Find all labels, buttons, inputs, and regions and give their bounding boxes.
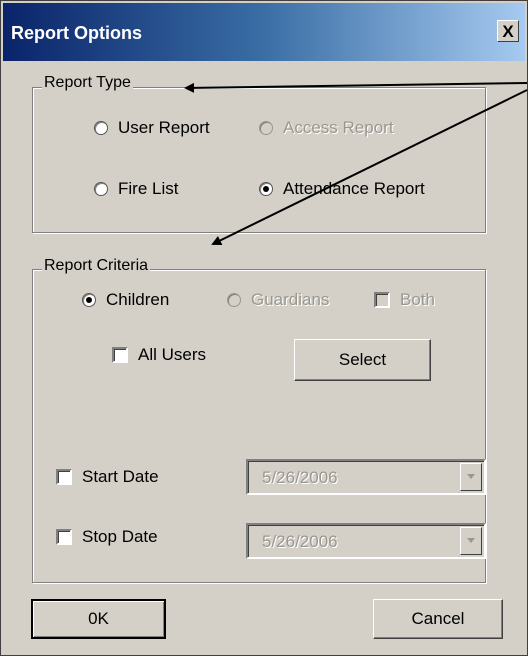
checkbox-start-date[interactable]: Start Date [56, 467, 159, 487]
select-button[interactable]: Select [294, 339, 431, 381]
window-title: Report Options [11, 23, 142, 43]
start-date-value: 5/26/2006 [262, 468, 338, 487]
stop-date-picker[interactable]: 5/26/2006 [246, 523, 486, 559]
start-date-picker[interactable]: 5/26/2006 [246, 459, 486, 495]
radio-indicator [227, 293, 241, 307]
checkbox-indicator [56, 469, 72, 485]
radio-indicator [259, 121, 273, 135]
chevron-down-icon [467, 538, 475, 543]
radio-access-report-label: Access Report [283, 118, 394, 137]
close-button[interactable]: X [497, 20, 519, 42]
radio-indicator [94, 121, 108, 135]
radio-user-report-label: User Report [118, 118, 210, 137]
checkbox-both-label: Both [400, 290, 435, 309]
start-date-dropdown-button[interactable] [460, 463, 482, 491]
radio-children[interactable]: Children [82, 290, 169, 310]
chevron-down-icon [467, 474, 475, 479]
stop-date-value: 5/26/2006 [262, 532, 338, 551]
radio-indicator [94, 182, 108, 196]
radio-access-report[interactable]: Access Report [259, 118, 394, 138]
close-icon: X [502, 21, 514, 41]
radio-indicator [259, 182, 273, 196]
report-type-legend: Report Type [42, 74, 133, 92]
checkbox-indicator [56, 529, 72, 545]
checkbox-stop-date-label: Stop Date [82, 527, 158, 546]
radio-attendance-report[interactable]: Attendance Report [259, 179, 425, 199]
report-criteria-legend: Report Criteria [42, 257, 151, 275]
report-type-group [32, 87, 486, 233]
checkbox-both[interactable]: Both [374, 290, 435, 310]
checkbox-indicator [112, 347, 128, 363]
radio-guardians-label: Guardians [251, 290, 330, 309]
title-bar[interactable]: Report Options X [3, 3, 525, 61]
radio-fire-list-label: Fire List [118, 179, 179, 198]
checkbox-all-users[interactable]: All Users [112, 345, 206, 365]
stop-date-dropdown-button[interactable] [460, 527, 482, 555]
radio-children-label: Children [106, 290, 170, 309]
radio-attendance-report-label: Attendance Report [283, 179, 425, 198]
checkbox-all-users-label: All Users [138, 345, 207, 364]
report-options-dialog: Report Options X Report Type User Report… [0, 0, 528, 656]
checkbox-stop-date[interactable]: Stop Date [56, 527, 158, 547]
cancel-button[interactable]: Cancel [373, 599, 503, 639]
radio-fire-list[interactable]: Fire List [94, 179, 178, 199]
checkbox-start-date-label: Start Date [82, 467, 159, 486]
ok-button[interactable]: 0K [31, 599, 166, 639]
radio-indicator [82, 293, 96, 307]
radio-user-report[interactable]: User Report [94, 118, 210, 138]
checkbox-indicator [374, 292, 390, 308]
radio-guardians[interactable]: Guardians [227, 290, 329, 310]
